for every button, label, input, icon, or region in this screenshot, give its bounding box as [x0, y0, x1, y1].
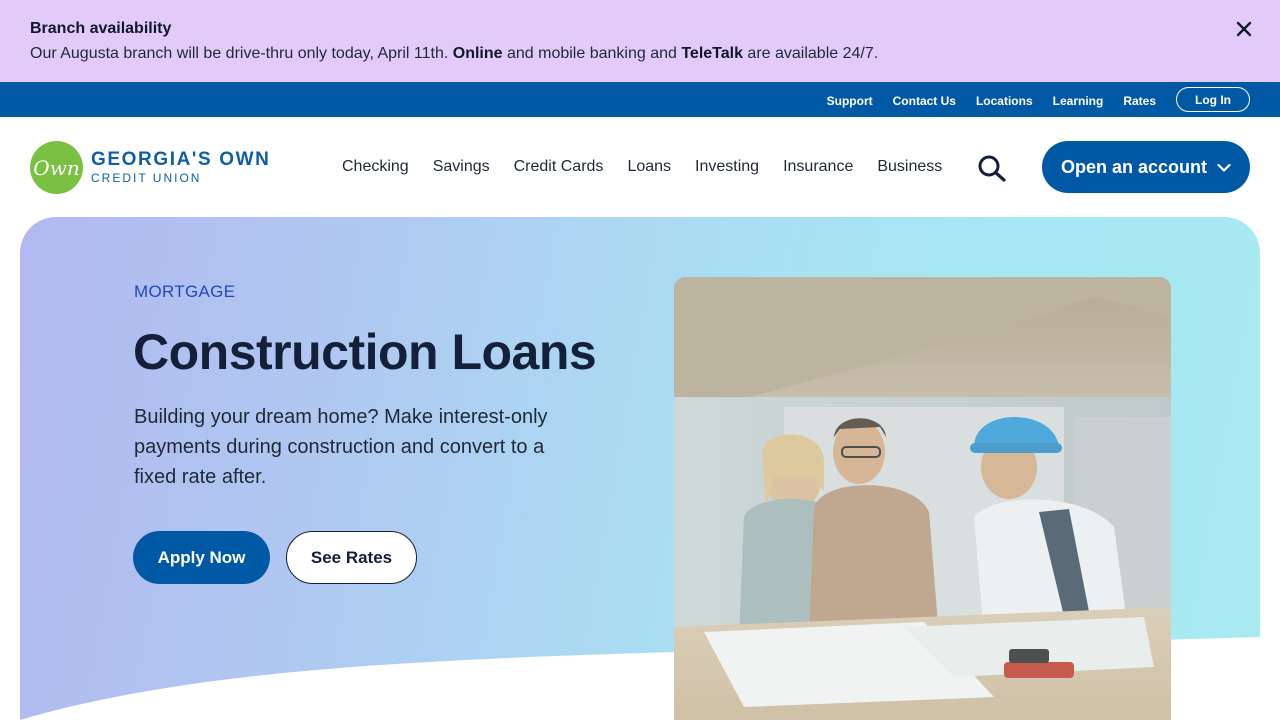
nav-item-checking[interactable]: Checking: [342, 158, 409, 176]
nav-item-business[interactable]: Business: [877, 158, 942, 176]
logo-subtitle: CREDIT UNION: [91, 171, 202, 185]
apply-now-button[interactable]: Apply Now: [133, 531, 270, 584]
alert-message: Our Augusta branch will be drive-thru on…: [30, 45, 1250, 63]
open-account-label: Open an account: [1060, 156, 1208, 177]
alert-message-text-2: and mobile banking and: [502, 45, 682, 62]
utility-link-support[interactable]: Support: [827, 91, 873, 108]
see-rates-button[interactable]: See Rates: [286, 531, 417, 584]
hero-image-construction-team: [674, 277, 1171, 720]
logo-text: GEORGIA'S OWN CREDIT UNION: [91, 149, 271, 186]
hero-section: MORTGAGE Construction Loans Building you…: [20, 217, 1260, 720]
utility-link-rates[interactable]: Rates: [1123, 91, 1156, 108]
nav-menu: Checking Savings Credit Cards Loans Inve…: [342, 117, 966, 217]
alert-message-text-3: are available 24/7.: [742, 45, 879, 62]
nav-item-savings[interactable]: Savings: [433, 158, 490, 176]
close-icon[interactable]: [1234, 19, 1254, 39]
hero-description: Building your dream home? Make interest-…: [134, 406, 548, 488]
alert-banner: Branch availability Our Augusta branch w…: [0, 0, 1280, 82]
nav-item-investing[interactable]: Investing: [695, 158, 759, 176]
utility-bar: Support Contact Us Locations Learning Ra…: [0, 82, 1280, 117]
alert-message-text-1: Our Augusta branch will be drive-thru on…: [30, 45, 453, 62]
utility-link-learning[interactable]: Learning: [1053, 91, 1104, 108]
logo-mark: Own: [30, 141, 83, 194]
nav-item-credit-cards[interactable]: Credit Cards: [514, 158, 604, 176]
logo-name: GEORGIA'S OWN: [91, 149, 271, 170]
login-button[interactable]: Log In: [1176, 87, 1250, 112]
utility-links: Support Contact Us Locations Learning Ra…: [827, 82, 1156, 117]
nav-item-insurance[interactable]: Insurance: [783, 158, 853, 176]
chevron-down-icon: [1217, 157, 1231, 178]
utility-link-contact-us[interactable]: Contact Us: [893, 91, 956, 108]
hero-eyebrow: MORTGAGE: [134, 282, 236, 301]
hero-title: Construction Loans: [133, 324, 597, 380]
alert-message-teletalk: TeleTalk: [681, 45, 743, 62]
alert-title: Branch availability: [30, 20, 172, 37]
nav-item-loans[interactable]: Loans: [627, 158, 671, 176]
alert-message-online: Online: [452, 45, 503, 62]
main-nav: Own GEORGIA'S OWN CREDIT UNION Checking …: [0, 117, 1280, 217]
utility-link-locations[interactable]: Locations: [976, 91, 1033, 108]
search-icon[interactable]: [976, 154, 1008, 182]
open-account-button[interactable]: Open an account: [1042, 141, 1250, 193]
logo[interactable]: Own GEORGIA'S OWN CREDIT UNION: [30, 141, 270, 194]
